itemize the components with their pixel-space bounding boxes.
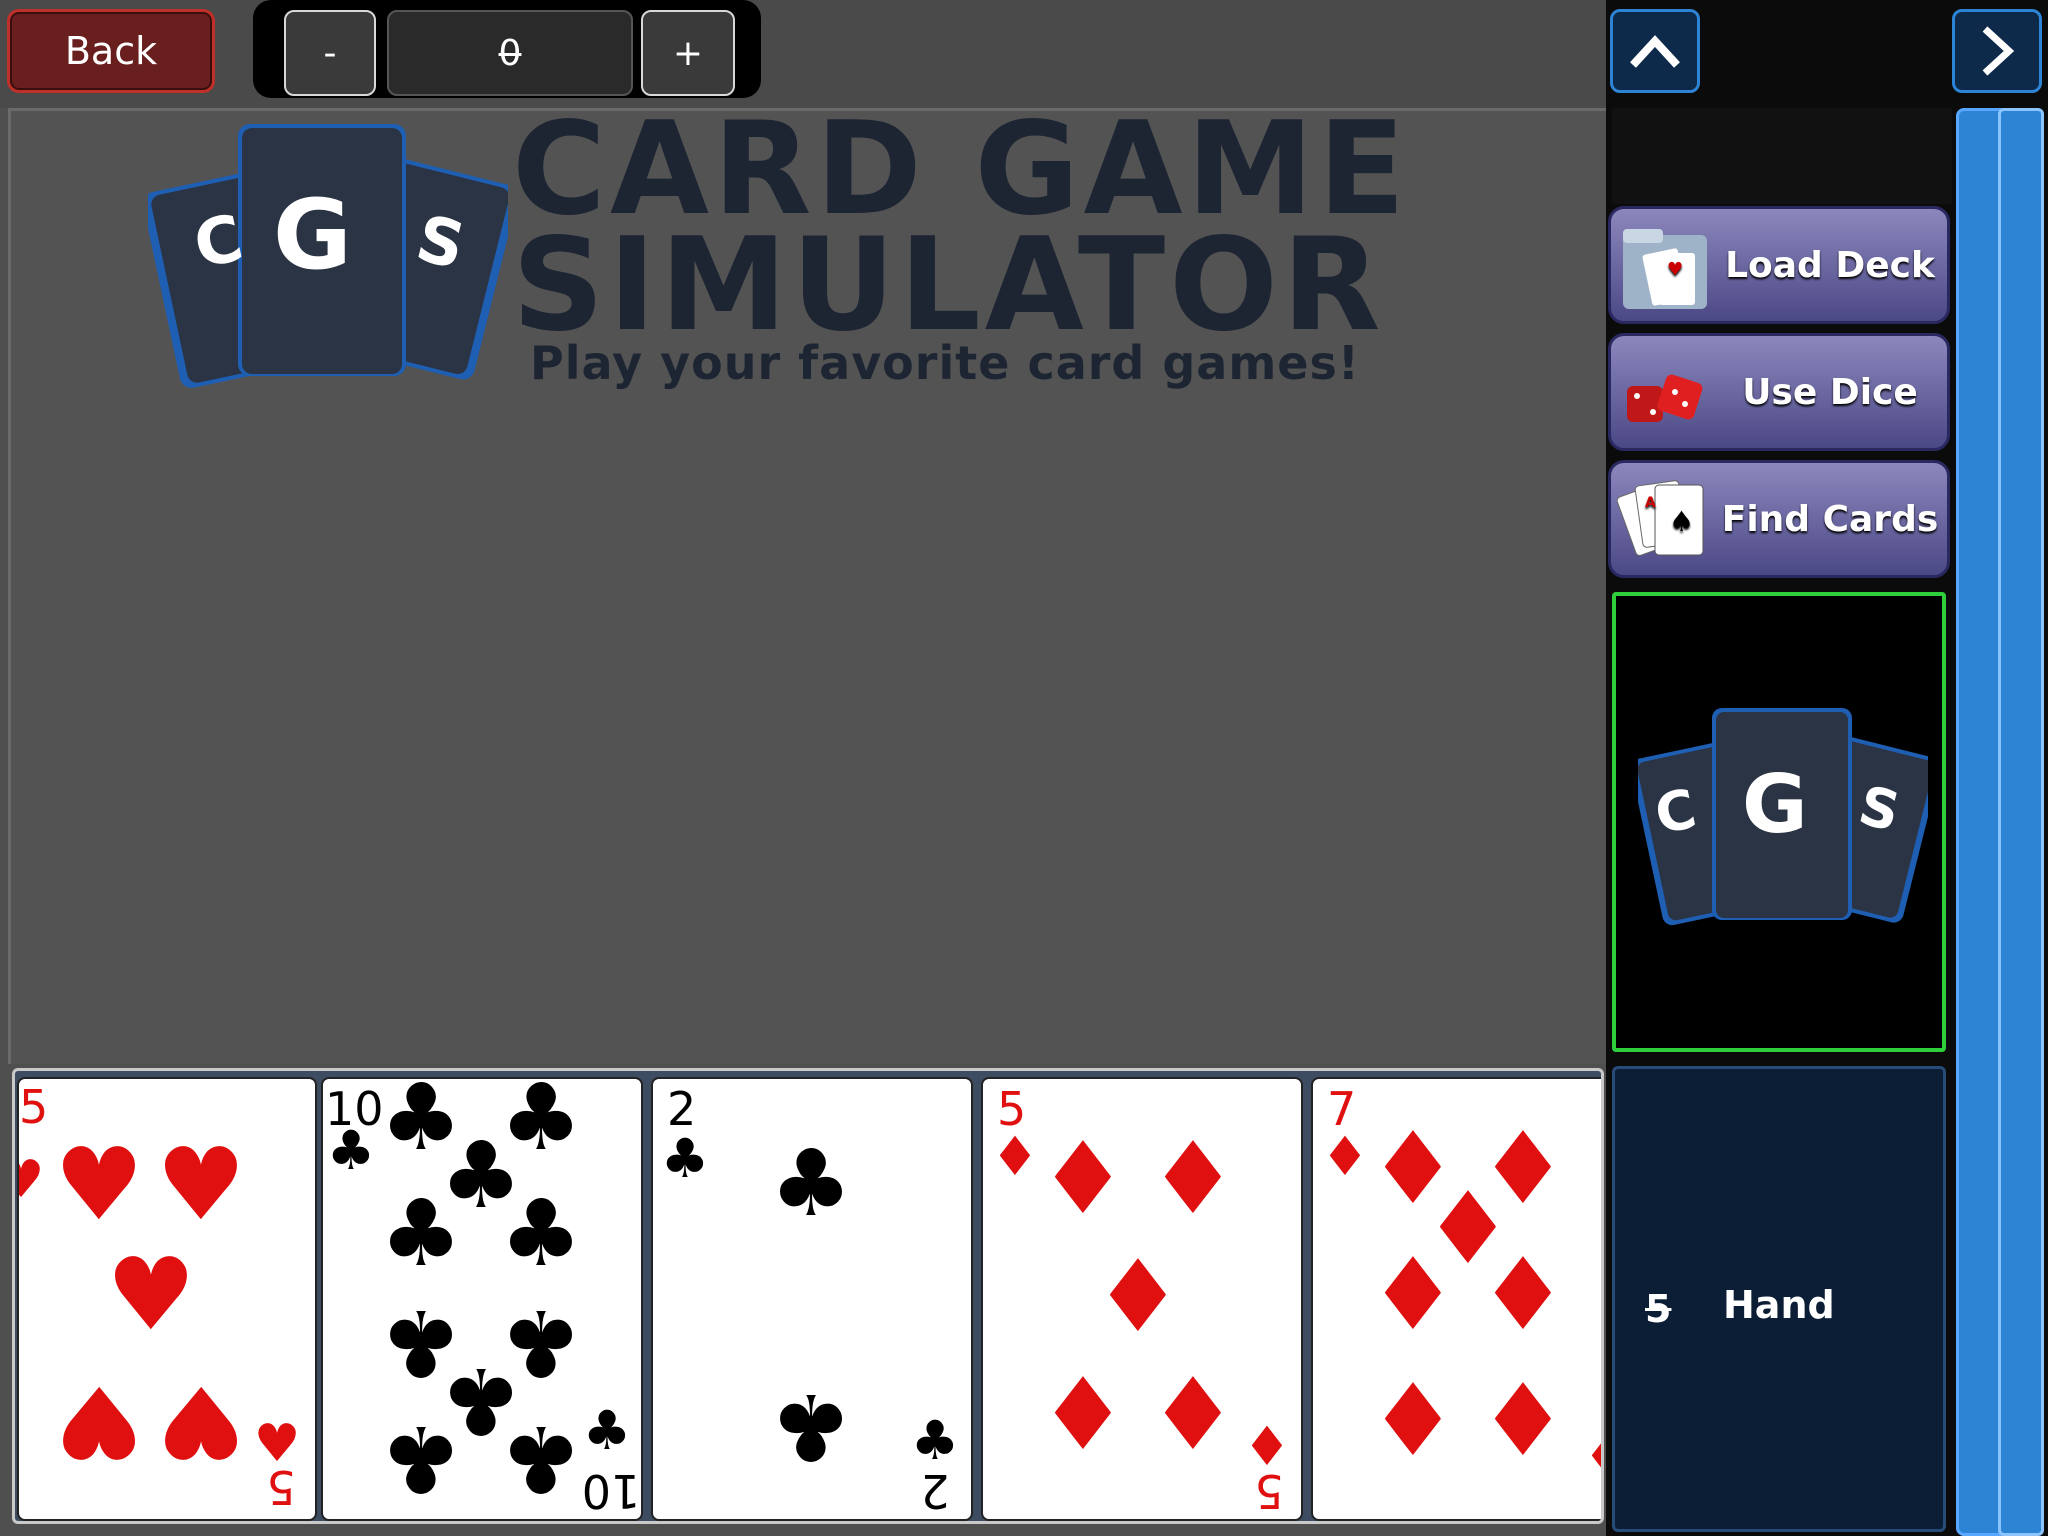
playing-cards-icon: ♠ A — [1617, 480, 1704, 556]
cgs-logo-icon: C G S — [1638, 708, 1928, 926]
diamond-icon: ♦ — [1478, 1362, 1568, 1479]
diamond-icon: ♦ — [1038, 1120, 1128, 1237]
diamond-icon: ♦ — [1368, 1362, 1458, 1479]
diamond-icon: ♦ — [1321, 1125, 1369, 1188]
card-2-clubs[interactable]: 2 ♣ ♣ ♣ ♣ 2 — [651, 1077, 973, 1521]
svg-text:♥: ♥ — [1667, 259, 1683, 280]
decrement-button[interactable]: - — [284, 10, 376, 96]
logo-title-line2: SIMULATOR — [512, 211, 1385, 360]
logo-title: CARD GAME SIMULATOR — [512, 106, 1409, 360]
club-icon: ♣ — [583, 1399, 631, 1462]
expand-panel-button[interactable] — [1952, 9, 2042, 93]
card-rank: 5 — [19, 1080, 48, 1134]
svg-text:5: 5 — [1254, 1464, 1283, 1518]
diamond-icon: ♦ — [1583, 1425, 1604, 1488]
top-bar — [0, 0, 1606, 108]
find-cards-button[interactable]: ♠ A Find Cards — [1608, 460, 1950, 578]
heart-icon: ♥ — [106, 1236, 196, 1353]
diamond-icon: ♦ — [1368, 1236, 1458, 1353]
logo-subtitle: Play your favorite card games! — [530, 336, 1360, 390]
club-icon: ♣ — [500, 1180, 582, 1287]
club-icon: ♣ — [327, 1119, 375, 1182]
diamond-icon: ♦ — [1148, 1356, 1238, 1473]
svg-text:2: 2 — [920, 1464, 949, 1518]
use-dice-label: Use Dice — [1742, 371, 1918, 413]
cgs-logo-icon: C G S — [148, 124, 508, 388]
diamond-icon: ♦ — [1148, 1120, 1238, 1237]
club-icon: ♣ — [770, 1130, 852, 1237]
heart-icon: ♥ — [19, 1150, 44, 1210]
svg-text:10: 10 — [582, 1464, 641, 1518]
card-5-hearts[interactable]: 5 ♥ ♥ ♥ ♥ ♥ ♥ ♥ 5 — [17, 1077, 317, 1521]
heart-icon: ♥ — [156, 1126, 246, 1243]
club-icon: ♣ — [911, 1409, 959, 1472]
counter-value[interactable]: 0 — [387, 10, 633, 96]
heart-icon: ♥ — [54, 1126, 144, 1243]
increment-button[interactable]: + — [641, 10, 735, 96]
heart-icon: ♥ — [54, 1363, 144, 1480]
hand-zone[interactable]: 5 ♥ ♥ ♥ ♥ ♥ ♥ ♥ 5 10 ♣ ♣ ♣ ♣ ♣ ♣ ♣ — [12, 1068, 1604, 1524]
club-icon: ♣ — [500, 1405, 582, 1512]
dice-icon — [1627, 374, 1703, 422]
preview-letter-g: G — [1742, 758, 1808, 851]
chevron-up-icon — [1630, 35, 1680, 68]
diamond-icon: ♦ — [1038, 1356, 1128, 1473]
sidebar-header-strip — [1612, 108, 1952, 204]
back-button[interactable]: Back — [7, 9, 215, 93]
use-dice-button[interactable]: Use Dice — [1608, 333, 1950, 451]
club-icon: ♣ — [380, 1180, 462, 1287]
diamond-icon: ♦ — [991, 1125, 1039, 1188]
svg-text:A: A — [1645, 495, 1656, 511]
counter-control: - 0 + — [253, 0, 761, 98]
scrollbar-thumb[interactable] — [1998, 108, 2044, 1536]
club-icon: ♣ — [770, 1373, 852, 1480]
club-icon: ♣ — [661, 1127, 709, 1190]
hand-count: 5 — [1645, 1287, 1672, 1331]
club-icon: ♣ — [380, 1405, 462, 1512]
hand-panel[interactable]: 5 Hand — [1612, 1066, 1946, 1532]
logo-letter-g: G — [273, 179, 352, 291]
card-preview[interactable]: C G S — [1612, 592, 1946, 1052]
card-5-diamonds[interactable]: 5 ♦ ♦ ♦ ♦ ♦ ♦ ♦ 5 — [981, 1077, 1303, 1521]
heart-icon: ♥ — [156, 1363, 246, 1480]
find-cards-label: Find Cards — [1721, 498, 1939, 540]
diamond-icon: ♦ — [1478, 1236, 1568, 1353]
diamond-icon: ♦ — [1093, 1238, 1183, 1355]
load-deck-label: Load Deck — [1725, 244, 1935, 286]
folder-cards-icon: ♥ — [1623, 229, 1707, 309]
card-7-diamonds[interactable]: 7 ♦ ♦ ♦ ♦ ♦ ♦ ♦ ♦ ♦ — [1311, 1077, 1604, 1521]
card-10-clubs[interactable]: 10 ♣ ♣ ♣ ♣ ♣ ♣ ♣ ♣ ♣ ♣ ♣ ♣ 10 — [321, 1077, 643, 1521]
scroll-up-button[interactable] — [1610, 9, 1700, 93]
svg-text:♠: ♠ — [1669, 505, 1694, 538]
svg-text:5: 5 — [266, 1460, 295, 1514]
load-deck-button[interactable]: ♥ Load Deck — [1608, 206, 1950, 324]
chevron-right-icon — [1982, 26, 2015, 76]
hand-label: Hand — [1723, 1283, 1835, 1327]
counter-value-text: 0 — [498, 32, 522, 74]
